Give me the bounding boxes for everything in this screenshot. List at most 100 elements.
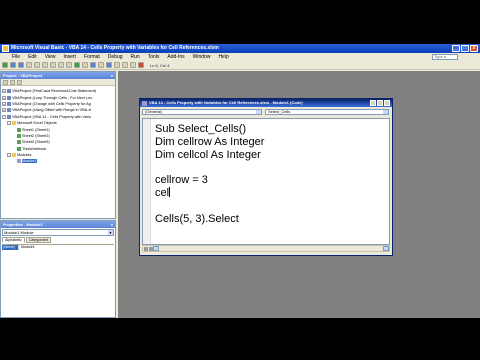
sheet-icon — [17, 127, 21, 132]
expand-toggle-icon[interactable]: - — [7, 121, 11, 126]
code-line[interactable]: Dim cellcol As Integer — [155, 149, 264, 162]
close-button[interactable]: x — [470, 45, 478, 52]
help-icon[interactable] — [138, 62, 144, 68]
tab-alphabetic[interactable]: Alphabetic — [2, 237, 25, 243]
project-explorer-tools — [1, 79, 115, 86]
save-icon[interactable] — [18, 62, 24, 68]
tree-item[interactable]: Module1 — [2, 158, 114, 164]
view-code-icon[interactable] — [3, 79, 8, 85]
property-key: (Name) — [2, 245, 18, 250]
sheet-icon — [17, 133, 21, 138]
proj-icon — [7, 101, 11, 106]
sheet-icon — [17, 140, 21, 145]
menu-file[interactable]: File — [8, 54, 24, 60]
code-window: VBA 14 - Cells Property with Variables f… — [139, 98, 393, 256]
menu-format[interactable]: Format — [80, 54, 104, 60]
code-window-title-text: VBA 14 - Cells Property with Variables f… — [149, 100, 303, 105]
close-icon[interactable]: x — [111, 221, 113, 228]
break-icon[interactable] — [82, 62, 88, 68]
menu-edit[interactable]: Edit — [24, 54, 41, 60]
copy-icon[interactable] — [34, 62, 40, 68]
code-line[interactable]: Dim cellrow As Integer — [155, 136, 264, 149]
expand-toggle-icon[interactable]: - — [2, 114, 6, 119]
toolbox-icon[interactable] — [130, 62, 136, 68]
menu-tools[interactable]: Tools — [144, 54, 164, 60]
minimize-button[interactable]: _ — [452, 45, 460, 52]
code-line[interactable]: Sub Select_Cells() — [155, 123, 264, 136]
properties-tabs: Alphabetic Categorized — [2, 237, 114, 243]
reset-icon[interactable] — [90, 62, 96, 68]
property-value[interactable]: Module1 — [18, 245, 114, 250]
project-explorer-icon[interactable] — [106, 62, 112, 68]
code-line-text: cellrow = 3 — [155, 174, 208, 187]
proj-icon — [7, 89, 11, 94]
tree-item-label: Sheet2 (Sheet2) — [22, 133, 50, 138]
redo-icon[interactable] — [66, 62, 72, 68]
object-browser-icon[interactable] — [122, 62, 128, 68]
scroll-left-icon[interactable] — [153, 246, 159, 251]
view-object-icon[interactable] — [10, 79, 15, 85]
close-icon[interactable]: x — [111, 72, 113, 79]
properties-window-icon[interactable] — [114, 62, 120, 68]
expand-toggle-icon[interactable]: - — [7, 153, 11, 158]
property-row[interactable]: (Name) Module1 — [2, 245, 114, 250]
view-excel-icon[interactable] — [2, 62, 8, 68]
insert-module-icon[interactable] — [10, 62, 16, 68]
object-select-value: (General) — [145, 109, 162, 114]
menu-run[interactable]: Run — [127, 54, 144, 60]
project-explorer-title: Project - VBAProject x — [1, 72, 115, 79]
vbe-app-icon — [2, 45, 9, 52]
project-explorer-title-text: Project - VBAProject — [3, 73, 43, 78]
object-select[interactable]: (General) — [142, 109, 262, 115]
paste-icon[interactable] — [42, 62, 48, 68]
code-line[interactable]: cellrow = 3 — [155, 174, 264, 187]
module-icon — [142, 100, 147, 106]
code-line[interactable]: Cells(5, 3).Select — [155, 213, 264, 226]
help-search-input[interactable]: Type a question for help — [432, 54, 458, 60]
properties-object-value: Module1 Module — [4, 230, 34, 235]
menu-window[interactable]: Window — [189, 54, 215, 60]
code-line[interactable]: cel — [155, 186, 264, 200]
procedure-view-icon[interactable] — [144, 247, 148, 251]
project-explorer: Project - VBAProject x + VBAProject (Firs… — [0, 71, 116, 219]
title-bar: Microsoft Visual Basic - VBA 14 - Cells … — [0, 44, 480, 53]
run-icon[interactable] — [74, 62, 80, 68]
properties-object-select[interactable]: Module1 Module ▾ — [2, 229, 114, 236]
code-line[interactable] — [155, 161, 264, 174]
chevron-down-icon[interactable] — [256, 110, 261, 114]
standard-toolbar: Ln 6, Col 4 — [0, 61, 480, 70]
expand-toggle-icon[interactable]: + — [2, 108, 6, 113]
maximize-button[interactable]: □ — [461, 45, 469, 52]
menu-addins[interactable]: Add-Ins — [163, 54, 188, 60]
expand-toggle-icon[interactable]: + — [2, 89, 6, 94]
undo-icon[interactable] — [58, 62, 64, 68]
tab-categorized[interactable]: Categorized — [25, 237, 52, 243]
horizontal-scrollbar[interactable] — [142, 245, 390, 252]
properties-grid: (Name) Module1 — [2, 244, 114, 250]
expand-toggle-icon[interactable]: + — [2, 101, 6, 106]
menu-insert[interactable]: Insert — [59, 54, 80, 60]
toggle-folders-icon[interactable] — [17, 79, 22, 85]
tree-item-label: Sheet3 (Sheet3) — [22, 140, 50, 145]
code-close-button[interactable] — [384, 100, 390, 106]
design-mode-icon[interactable] — [98, 62, 104, 68]
text-cursor — [169, 186, 171, 197]
expand-toggle-icon[interactable]: + — [2, 95, 6, 100]
menu-debug[interactable]: Debug — [104, 54, 127, 60]
cut-icon[interactable] — [26, 62, 32, 68]
code-editor[interactable]: Sub Select_Cells() Dim cellrow As Integer… — [142, 118, 390, 245]
margin-indicator-bar[interactable] — [143, 119, 151, 244]
chevron-down-icon[interactable] — [383, 110, 388, 114]
code-maximize-button[interactable] — [377, 100, 383, 106]
code-window-title: VBA 14 - Cells Property with Variables f… — [140, 99, 392, 107]
menu-view[interactable]: View — [41, 54, 60, 60]
code-line[interactable] — [155, 200, 264, 213]
scroll-right-icon[interactable] — [383, 246, 389, 251]
code-line-text: Dim cellcol As Integer — [155, 148, 261, 161]
folder-icon — [12, 153, 16, 158]
menu-help[interactable]: Help — [214, 54, 232, 60]
chevron-down-icon[interactable]: ▾ — [108, 230, 113, 235]
procedure-select[interactable]: Select_Cells — [265, 109, 389, 115]
code-minimize-button[interactable] — [370, 100, 376, 106]
find-icon[interactable] — [50, 62, 56, 68]
